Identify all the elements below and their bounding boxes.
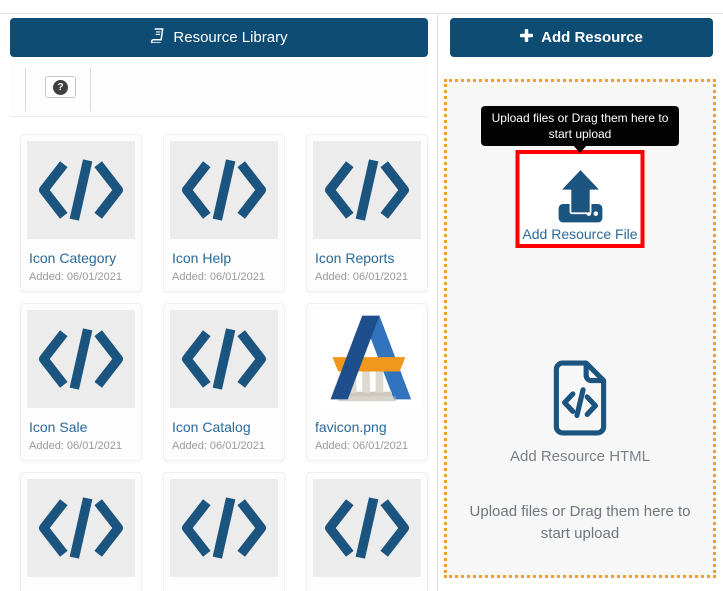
resource-thumbnail — [313, 141, 421, 239]
resource-added-date: Added: 06/01/2021 — [29, 440, 122, 452]
add-resource-html-button[interactable] — [549, 360, 611, 441]
resource-card[interactable]: Icon Sale Added: 06/01/2021 — [20, 303, 142, 461]
resource-name-link[interactable]: Icon Reports — [313, 250, 421, 266]
file-code-icon — [553, 360, 607, 436]
panel-title: Resource Library — [173, 29, 288, 46]
add-resource-file-label: Add Resource File — [522, 226, 638, 242]
resource-thumbnail — [170, 310, 278, 408]
code-icon — [38, 159, 124, 221]
upload-icon — [558, 168, 602, 223]
toolbar-separator — [90, 68, 91, 111]
resource-thumbnail — [27, 479, 135, 577]
help-button[interactable]: ? — [45, 76, 76, 98]
resource-added-date: Added: 06/01/2021 — [172, 440, 265, 452]
drop-hint-text: Upload files or Drag them here to start … — [469, 503, 691, 542]
resource-card[interactable]: Icon Help Added: 06/01/2021 — [163, 134, 285, 292]
resource-added-date: Added: 06/01/2021 — [29, 271, 122, 283]
resource-name-link[interactable]: favicon.png — [313, 419, 421, 435]
add-resource-html-label: Add Resource HTML — [509, 448, 651, 465]
resource-card[interactable] — [20, 472, 142, 591]
code-icon — [181, 328, 267, 390]
book-icon — [150, 28, 165, 47]
resource-library-panel: Resource Library ? Icon Category Added: … — [10, 18, 428, 591]
resource-thumbnail — [27, 310, 135, 408]
resource-thumbnail — [313, 310, 421, 408]
add-resource-file-button[interactable]: Add Resource File — [515, 150, 645, 248]
resource-card[interactable]: favicon.png Added: 06/01/2021 — [306, 303, 428, 461]
tooltip-arrow — [573, 145, 587, 153]
resource-card[interactable]: Icon Catalog Added: 06/01/2021 — [163, 303, 285, 461]
resource-name-link[interactable]: Icon Help — [170, 250, 278, 266]
resource-thumbnail — [170, 479, 278, 577]
panel-title: Add Resource — [541, 29, 643, 46]
add-resource-header[interactable]: Add Resource — [450, 18, 713, 57]
resource-added-date: Added: 06/01/2021 — [315, 271, 408, 283]
upload-tooltip: Upload files or Drag them here to start … — [481, 106, 679, 146]
resource-thumbnail — [27, 141, 135, 239]
resource-thumbnail — [170, 141, 278, 239]
code-icon — [38, 328, 124, 390]
resource-thumbnail — [313, 479, 421, 577]
upload-dropzone[interactable]: Upload files or Drag them here to start … — [444, 79, 716, 578]
question-circle-icon: ? — [53, 79, 68, 95]
library-toolbar: ? — [10, 57, 428, 117]
favicon-logo — [330, 315, 412, 402]
add-resource-panel: Add Resource — [450, 18, 713, 57]
resource-added-date: Added: 06/01/2021 — [172, 271, 265, 283]
code-icon — [324, 497, 410, 559]
page-top-divider — [0, 13, 723, 14]
resource-card[interactable] — [306, 472, 428, 591]
code-icon — [181, 497, 267, 559]
resource-card-grid: Icon Category Added: 06/01/2021 Icon Hel… — [20, 134, 428, 591]
resource-name-link[interactable]: Icon Sale — [27, 419, 135, 435]
resource-name-link[interactable]: Icon Catalog — [170, 419, 278, 435]
resource-added-date: Added: 06/01/2021 — [315, 440, 408, 452]
resource-library-header: Resource Library — [10, 18, 428, 57]
toolbar-separator — [25, 68, 26, 111]
column-divider — [437, 14, 438, 591]
resource-card[interactable] — [163, 472, 285, 591]
code-icon — [38, 497, 124, 559]
resource-card[interactable]: Icon Reports Added: 06/01/2021 — [306, 134, 428, 292]
code-icon — [324, 159, 410, 221]
resource-name-link[interactable]: Icon Category — [27, 250, 135, 266]
resource-card[interactable]: Icon Category Added: 06/01/2021 — [20, 134, 142, 292]
plus-icon — [520, 29, 534, 46]
code-icon — [181, 159, 267, 221]
